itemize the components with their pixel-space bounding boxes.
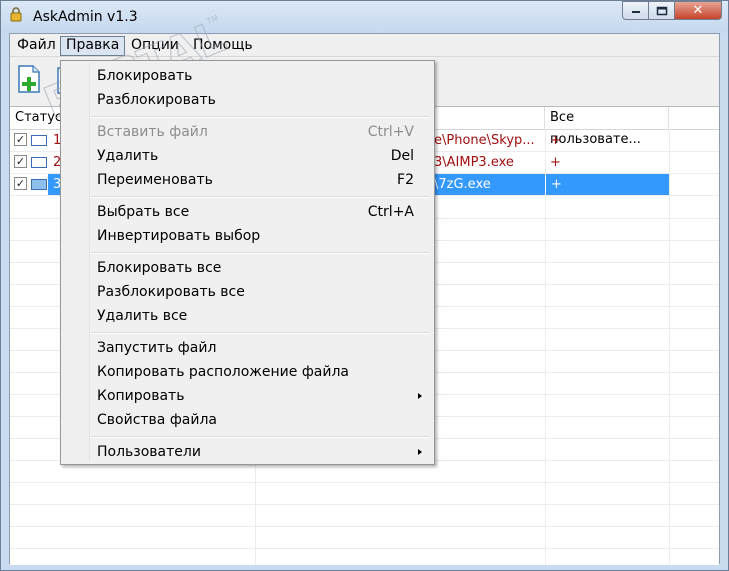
menu-item-label: Блокировать <box>97 68 193 84</box>
menu-separator <box>91 196 430 198</box>
menu-item-users[interactable]: Пользователи <box>63 441 432 463</box>
menu-item-run-file[interactable]: Запустить файл <box>63 337 432 359</box>
grid-row-line <box>10 504 719 505</box>
submenu-arrow-icon <box>418 393 422 399</box>
row-all-users: + <box>550 155 561 170</box>
submenu-arrow-icon <box>418 449 422 455</box>
menu-separator <box>91 436 430 438</box>
close-button[interactable]: ✕ <box>674 1 722 20</box>
menu-item-delete[interactable]: Удалить Del <box>63 145 432 167</box>
menu-item-label: Свойства файла <box>97 412 217 428</box>
menu-item-shortcut: Ctrl+V <box>367 124 414 140</box>
menu-item-label: Удалить <box>97 148 159 164</box>
menu-item-shortcut: F2 <box>397 172 414 188</box>
menu-item-unblock[interactable]: Разблокировать <box>63 89 432 111</box>
menu-item-shortcut: Ctrl+A <box>367 204 414 220</box>
row-all-users: + <box>550 133 561 148</box>
menu-item-select-all[interactable]: Выбрать все Ctrl+A <box>63 201 432 223</box>
menu-separator <box>91 116 430 118</box>
grid-row-line <box>10 482 719 483</box>
minimize-button[interactable] <box>622 1 648 20</box>
menu-edit[interactable]: Правка <box>60 36 126 56</box>
row-path: 3\AIMP3.exe <box>434 155 514 170</box>
menu-item-label: Копировать расположение файла <box>97 364 350 380</box>
row-path: \7zG.exe <box>434 177 491 192</box>
window-title: AskAdmin v1.3 <box>33 9 138 25</box>
menu-item-copy-file-location[interactable]: Копировать расположение файла <box>63 361 432 383</box>
menu-item-invert-selection[interactable]: Инвертировать выбор <box>63 225 432 247</box>
file-icon <box>31 179 47 190</box>
column-header-empty <box>669 107 719 129</box>
close-icon: ✕ <box>692 3 704 18</box>
menu-item-label: Разблокировать все <box>97 284 245 300</box>
menu-options[interactable]: Опции <box>126 36 184 54</box>
maximize-icon <box>656 6 667 15</box>
column-header-all-users[interactable]: Все пользовате... <box>545 107 669 147</box>
app-window: AskAdmin v1.3 ✕ Файл Правка Опции Помощь <box>0 0 729 571</box>
menu-separator <box>91 252 430 254</box>
menu-item-rename[interactable]: Переименовать F2 <box>63 169 432 191</box>
row-path: e\Phone\Skyp... <box>434 133 535 148</box>
menu-file[interactable]: Файл <box>12 36 61 54</box>
menu-item-unblock-all[interactable]: Разблокировать все <box>63 281 432 303</box>
menu-item-block[interactable]: Блокировать <box>63 65 432 87</box>
menu-item-label: Инвертировать выбор <box>97 228 261 244</box>
grid-row-line <box>10 548 719 549</box>
menu-item-label: Удалить все <box>97 308 188 324</box>
menu-bar: Файл Правка Опции Помощь <box>10 34 719 57</box>
add-file-icon[interactable] <box>13 63 45 95</box>
menu-item-shortcut: Del <box>390 148 414 164</box>
caption-buttons: ✕ <box>622 1 722 21</box>
file-icon <box>31 157 47 168</box>
file-icon <box>31 135 47 146</box>
menu-item-block-all[interactable]: Блокировать все <box>63 257 432 279</box>
row-all-users: + <box>545 174 669 195</box>
menu-item-label: Вставить файл <box>97 124 208 140</box>
title-bar[interactable]: AskAdmin v1.3 ✕ <box>1 1 728 33</box>
menu-item-delete-all[interactable]: Удалить все <box>63 305 432 327</box>
menu-item-label: Пользователи <box>97 444 201 460</box>
edit-dropdown-menu: Блокировать Разблокировать Вставить файл… <box>60 60 435 465</box>
menu-help[interactable]: Помощь <box>188 36 258 54</box>
row-checkbox[interactable]: ✓ <box>14 155 27 168</box>
menu-item-label: Копировать <box>97 388 185 404</box>
menu-item-paste-file[interactable]: Вставить файл Ctrl+V <box>63 121 432 143</box>
menu-item-file-properties[interactable]: Свойства файла <box>63 409 432 431</box>
row-checkbox[interactable]: ✓ <box>14 133 27 146</box>
menu-item-label: Разблокировать <box>97 92 216 108</box>
row-checkbox[interactable]: ✓ <box>14 177 27 190</box>
menu-item-label: Выбрать все <box>97 204 190 220</box>
minimize-icon <box>631 10 640 13</box>
menu-item-label: Запустить файл <box>97 340 217 356</box>
grid-row-line <box>10 526 719 527</box>
menu-item-label: Переименовать <box>97 172 213 188</box>
maximize-button[interactable] <box>648 1 674 20</box>
menu-item-label: Блокировать все <box>97 260 222 276</box>
lock-icon <box>10 7 22 22</box>
menu-item-copy[interactable]: Копировать <box>63 385 432 407</box>
menu-separator <box>91 332 430 334</box>
